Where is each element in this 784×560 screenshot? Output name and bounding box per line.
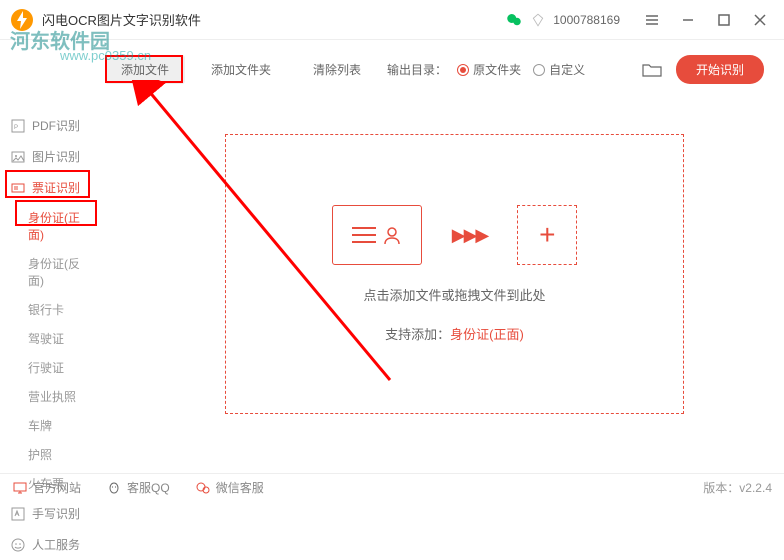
sidebar-item-ticket[interactable]: 票证识别 — [0, 172, 95, 203]
pdf-icon: P — [10, 118, 26, 134]
user-id: 1000788169 — [553, 13, 620, 27]
person-icon — [382, 225, 402, 245]
sidebar-label: 手写识别 — [32, 505, 80, 522]
dropzone-icons: ▶▶▶ + — [332, 205, 578, 265]
handwrite-icon — [10, 506, 26, 522]
sidebar-item-image[interactable]: 图片识别 — [0, 141, 95, 172]
sub-id-back[interactable]: 身份证(反面) — [0, 249, 95, 295]
dropzone[interactable]: ▶▶▶ + 点击添加文件或拖拽文件到此处 支持添加：身份证(正面) — [225, 134, 684, 414]
sub-vehicle[interactable]: 行驶证 — [0, 353, 95, 382]
close-button[interactable] — [746, 6, 774, 34]
dropzone-text: 点击添加文件或拖拽文件到此处 — [363, 285, 545, 304]
clear-list-button[interactable]: 清除列表 — [297, 55, 377, 84]
sidebar-item-pdf[interactable]: P PDF识别 — [0, 110, 95, 141]
footer-qq[interactable]: 客服QQ — [106, 479, 170, 496]
version-text: 版本：v2.2.4 — [703, 479, 772, 496]
svg-text:P: P — [14, 125, 18, 131]
sub-plate[interactable]: 车牌 — [0, 411, 95, 440]
sidebar: P PDF识别 图片识别 票证识别 身份证(正面) 身份证(反面) 银行卡 驾驶… — [0, 40, 95, 473]
menu-button[interactable] — [638, 6, 666, 34]
radio-label: 自定义 — [549, 61, 585, 78]
sub-license[interactable]: 营业执照 — [0, 382, 95, 411]
sidebar-item-handwrite[interactable]: 手写识别 — [0, 498, 95, 529]
add-file-button[interactable]: 添加文件 — [105, 55, 185, 84]
output-label: 输出目录： — [387, 61, 447, 78]
monitor-icon — [12, 480, 28, 496]
radio-dot-icon — [457, 64, 469, 76]
start-recognition-button[interactable]: 开始识别 — [676, 55, 764, 84]
support-icon — [10, 537, 26, 553]
minimize-button[interactable] — [674, 6, 702, 34]
image-icon — [10, 149, 26, 165]
sub-bank[interactable]: 银行卡 — [0, 295, 95, 324]
dropzone-subtext: 支持添加：身份证(正面) — [385, 324, 524, 343]
diamond-icon — [531, 13, 545, 27]
sidebar-label: 票证识别 — [32, 179, 80, 196]
sidebar-item-manual[interactable]: 人工服务 — [0, 529, 95, 560]
arrow-icon: ▶▶▶ — [452, 225, 488, 246]
id-card-icon — [332, 205, 422, 265]
radio-label: 原文件夹 — [473, 61, 521, 78]
maximize-button[interactable] — [710, 6, 738, 34]
footer-label: 微信客服 — [216, 479, 264, 496]
content-area: 添加文件 添加文件夹 清除列表 输出目录： 原文件夹 自定义 开始识别 — [95, 40, 784, 473]
add-folder-button[interactable]: 添加文件夹 — [195, 55, 287, 84]
wechat-icon[interactable] — [505, 11, 523, 29]
radio-custom-folder[interactable]: 自定义 — [533, 61, 585, 78]
app-logo-icon — [10, 8, 34, 32]
footer: 官方网站 客服QQ 微信客服 版本：v2.2.4 — [0, 473, 784, 501]
add-box[interactable]: + — [517, 205, 577, 265]
sidebar-label: PDF识别 — [32, 117, 80, 134]
titlebar: 闪电OCR图片文字识别软件 1000788169 — [0, 0, 784, 40]
folder-icon — [642, 62, 662, 78]
sub-drive[interactable]: 驾驶证 — [0, 324, 95, 353]
footer-label: 客服QQ — [127, 479, 170, 496]
sub-passport[interactable]: 护照 — [0, 440, 95, 469]
wechat-small-icon — [195, 480, 211, 496]
sidebar-label: 人工服务 — [32, 536, 80, 553]
footer-label: 官方网站 — [33, 479, 81, 496]
ticket-icon — [10, 180, 26, 196]
footer-website[interactable]: 官方网站 — [12, 479, 81, 496]
sub-id-front[interactable]: 身份证(正面) — [0, 203, 95, 249]
footer-wechat[interactable]: 微信客服 — [195, 479, 264, 496]
browse-folder-button[interactable] — [638, 58, 666, 82]
app-title: 闪电OCR图片文字识别软件 — [42, 10, 505, 29]
qq-icon — [106, 480, 122, 496]
toolbar: 添加文件 添加文件夹 清除列表 输出目录： 原文件夹 自定义 开始识别 — [105, 55, 764, 84]
radio-dot-icon — [533, 64, 545, 76]
sidebar-label: 图片识别 — [32, 148, 80, 165]
radio-original-folder[interactable]: 原文件夹 — [457, 61, 521, 78]
